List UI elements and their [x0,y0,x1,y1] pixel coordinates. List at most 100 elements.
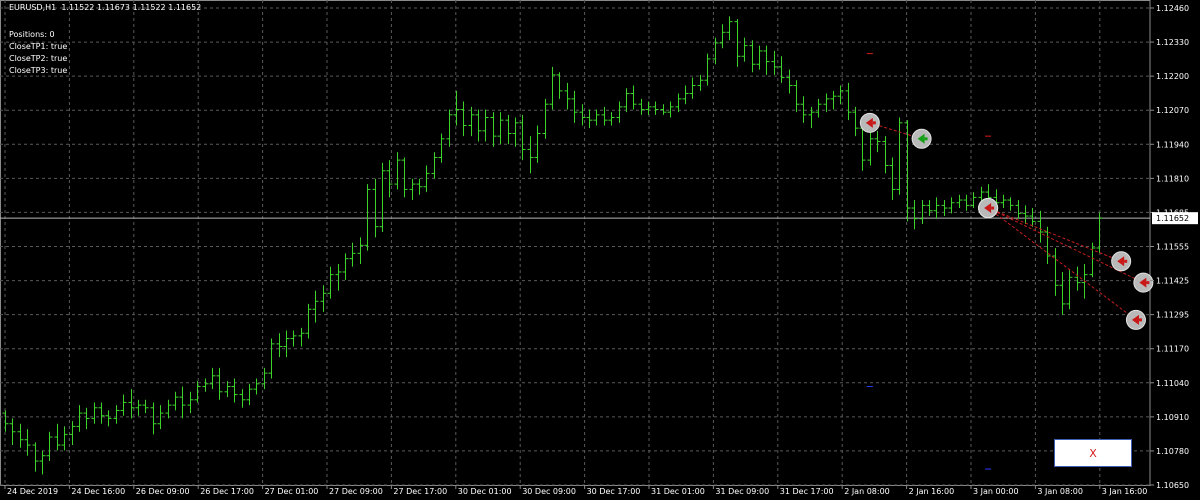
x-tick-label: 24 Dec 16:00 [71,487,125,496]
ohlc-bar [512,117,519,147]
ohlc-bar [490,112,497,147]
ohlc-bar [475,109,482,142]
plot-frame [0,0,1151,486]
ohlc-bar [231,378,238,403]
y-tick-label: 1.10650 [1156,481,1189,490]
ohlc-bar [105,410,112,427]
ohlc-bar [268,338,275,379]
ohlc-bar [342,253,349,280]
ohlc-bar [564,82,571,110]
ohlc-bar [800,96,807,123]
info-positions: Positions: 0 [9,30,55,39]
ohlc-bar [778,56,785,83]
x-tick-label: 2 Jan 16:00 [909,487,955,496]
ohlc-bar [896,117,903,195]
ohlc-bar [312,290,319,323]
ohlc-bar [401,157,408,198]
ohlc-bar [660,104,667,115]
ohlc-bar [239,389,246,408]
ohlc-bar [135,399,142,416]
ohlc-bars [2,16,1103,475]
ohlc-bar [608,112,615,126]
ohlc-bar [859,125,866,171]
ohlc-bar [165,399,172,419]
ohlc-bar [1022,205,1029,225]
x-tick-label: 24 Dec 2019 [7,487,58,496]
ohlc-bar [379,162,386,233]
ohlc-bar [482,109,489,142]
ohlc-bar [253,378,260,395]
trade-marker [978,198,999,219]
ohlc-bar [187,391,194,414]
ohlc-bar [815,98,822,118]
symbol-label: EURUSD,H1 [9,3,57,12]
ohlc-bar [586,109,593,129]
ohlc-bar [172,391,179,411]
x-tick-label: 3 Jan 00:00 [973,487,1019,496]
arrow-tail [1146,281,1150,285]
time-axis: 24 Dec 2019 24 Dec 16:00 26 Dec 09:00 26 De… [4,485,1147,496]
ohlc-bar [933,197,940,219]
ohlc-bar [142,399,149,414]
ohlc-bar [667,101,674,118]
ohlc-bar [630,85,637,110]
ohlc-bar [468,106,475,137]
ohlc-bar [1029,208,1036,227]
ohlc-bar [224,381,231,398]
y-tick-label: 1.11810 [1156,174,1189,183]
ohlc-bar [652,101,659,115]
y-tick-label: 1.11040 [1156,379,1189,388]
current-price-label: 1.11652 [1156,214,1189,223]
ohlc-bar [17,423,24,448]
x-tick-label: 30 Dec 09:00 [522,487,576,496]
ohlc-bar [446,109,453,147]
trade-marker [1125,309,1146,330]
ohlc-bar [682,85,689,105]
ohlc-bar [372,178,379,238]
ohlc-bar [283,330,290,358]
ohlc-bar [113,405,120,424]
ohlc-bar [549,66,556,110]
ohlc-bar [364,184,371,251]
symbol-header: EURUSD,H1 1.11522 1.11673 1.11522 1.1165… [9,2,201,14]
trade-line [987,207,1122,262]
ohlc-bar [298,327,305,347]
x-tick-label: 31 Dec 17:00 [780,487,834,496]
ohlc-bar [837,85,844,105]
y-tick-label: 1.11170 [1156,345,1189,354]
ohlc-bar [948,197,955,214]
ohlc-bar [786,69,793,94]
ohlc-bar [882,136,889,174]
close-all-button[interactable]: X [1054,439,1132,467]
grid [0,0,1151,486]
ohlc-bar [320,285,327,312]
arrow-tail [1124,259,1128,263]
arrow-tail [872,121,876,125]
ohlc-bar [416,178,423,195]
x-tick-label: 27 Dec 17:00 [393,487,447,496]
trade-marker [859,112,880,133]
ohlc-bar [98,402,105,424]
ohlc-bar [689,77,696,99]
ohlc-bar [216,367,223,400]
ohlc-bar [431,152,438,179]
ohlc-bar [616,101,623,123]
ohlc-bar [771,50,778,75]
ohlc-bar [956,194,963,209]
ohlc-bar [926,200,933,217]
x-tick-label: 30 Dec 01:00 [458,487,512,496]
ohlc-bar [394,152,401,190]
price-axis: 1.12460 1.12330 1.12200 1.12070 1.11940 1.118… [1150,4,1198,490]
ohlc-bar [46,431,53,462]
ohlc-bar [1015,200,1022,219]
ohlc-bar [39,450,46,475]
y-tick-label: 1.12200 [1156,72,1189,81]
info-close-tp2: CloseTP2: true [9,54,68,63]
x-tick-label: 26 Dec 09:00 [136,487,190,496]
chart-window[interactable]: 1.12460 1.12330 1.12200 1.12070 1.11940 1.118… [0,0,1200,500]
ohlc-bar [793,80,800,113]
y-tick-label: 1.11555 [1156,243,1189,252]
ohlc-bar [1007,197,1014,211]
chart-canvas[interactable]: 1.12460 1.12330 1.12200 1.12070 1.11940 1.118… [0,0,1200,500]
ohlc-bar [823,93,830,113]
